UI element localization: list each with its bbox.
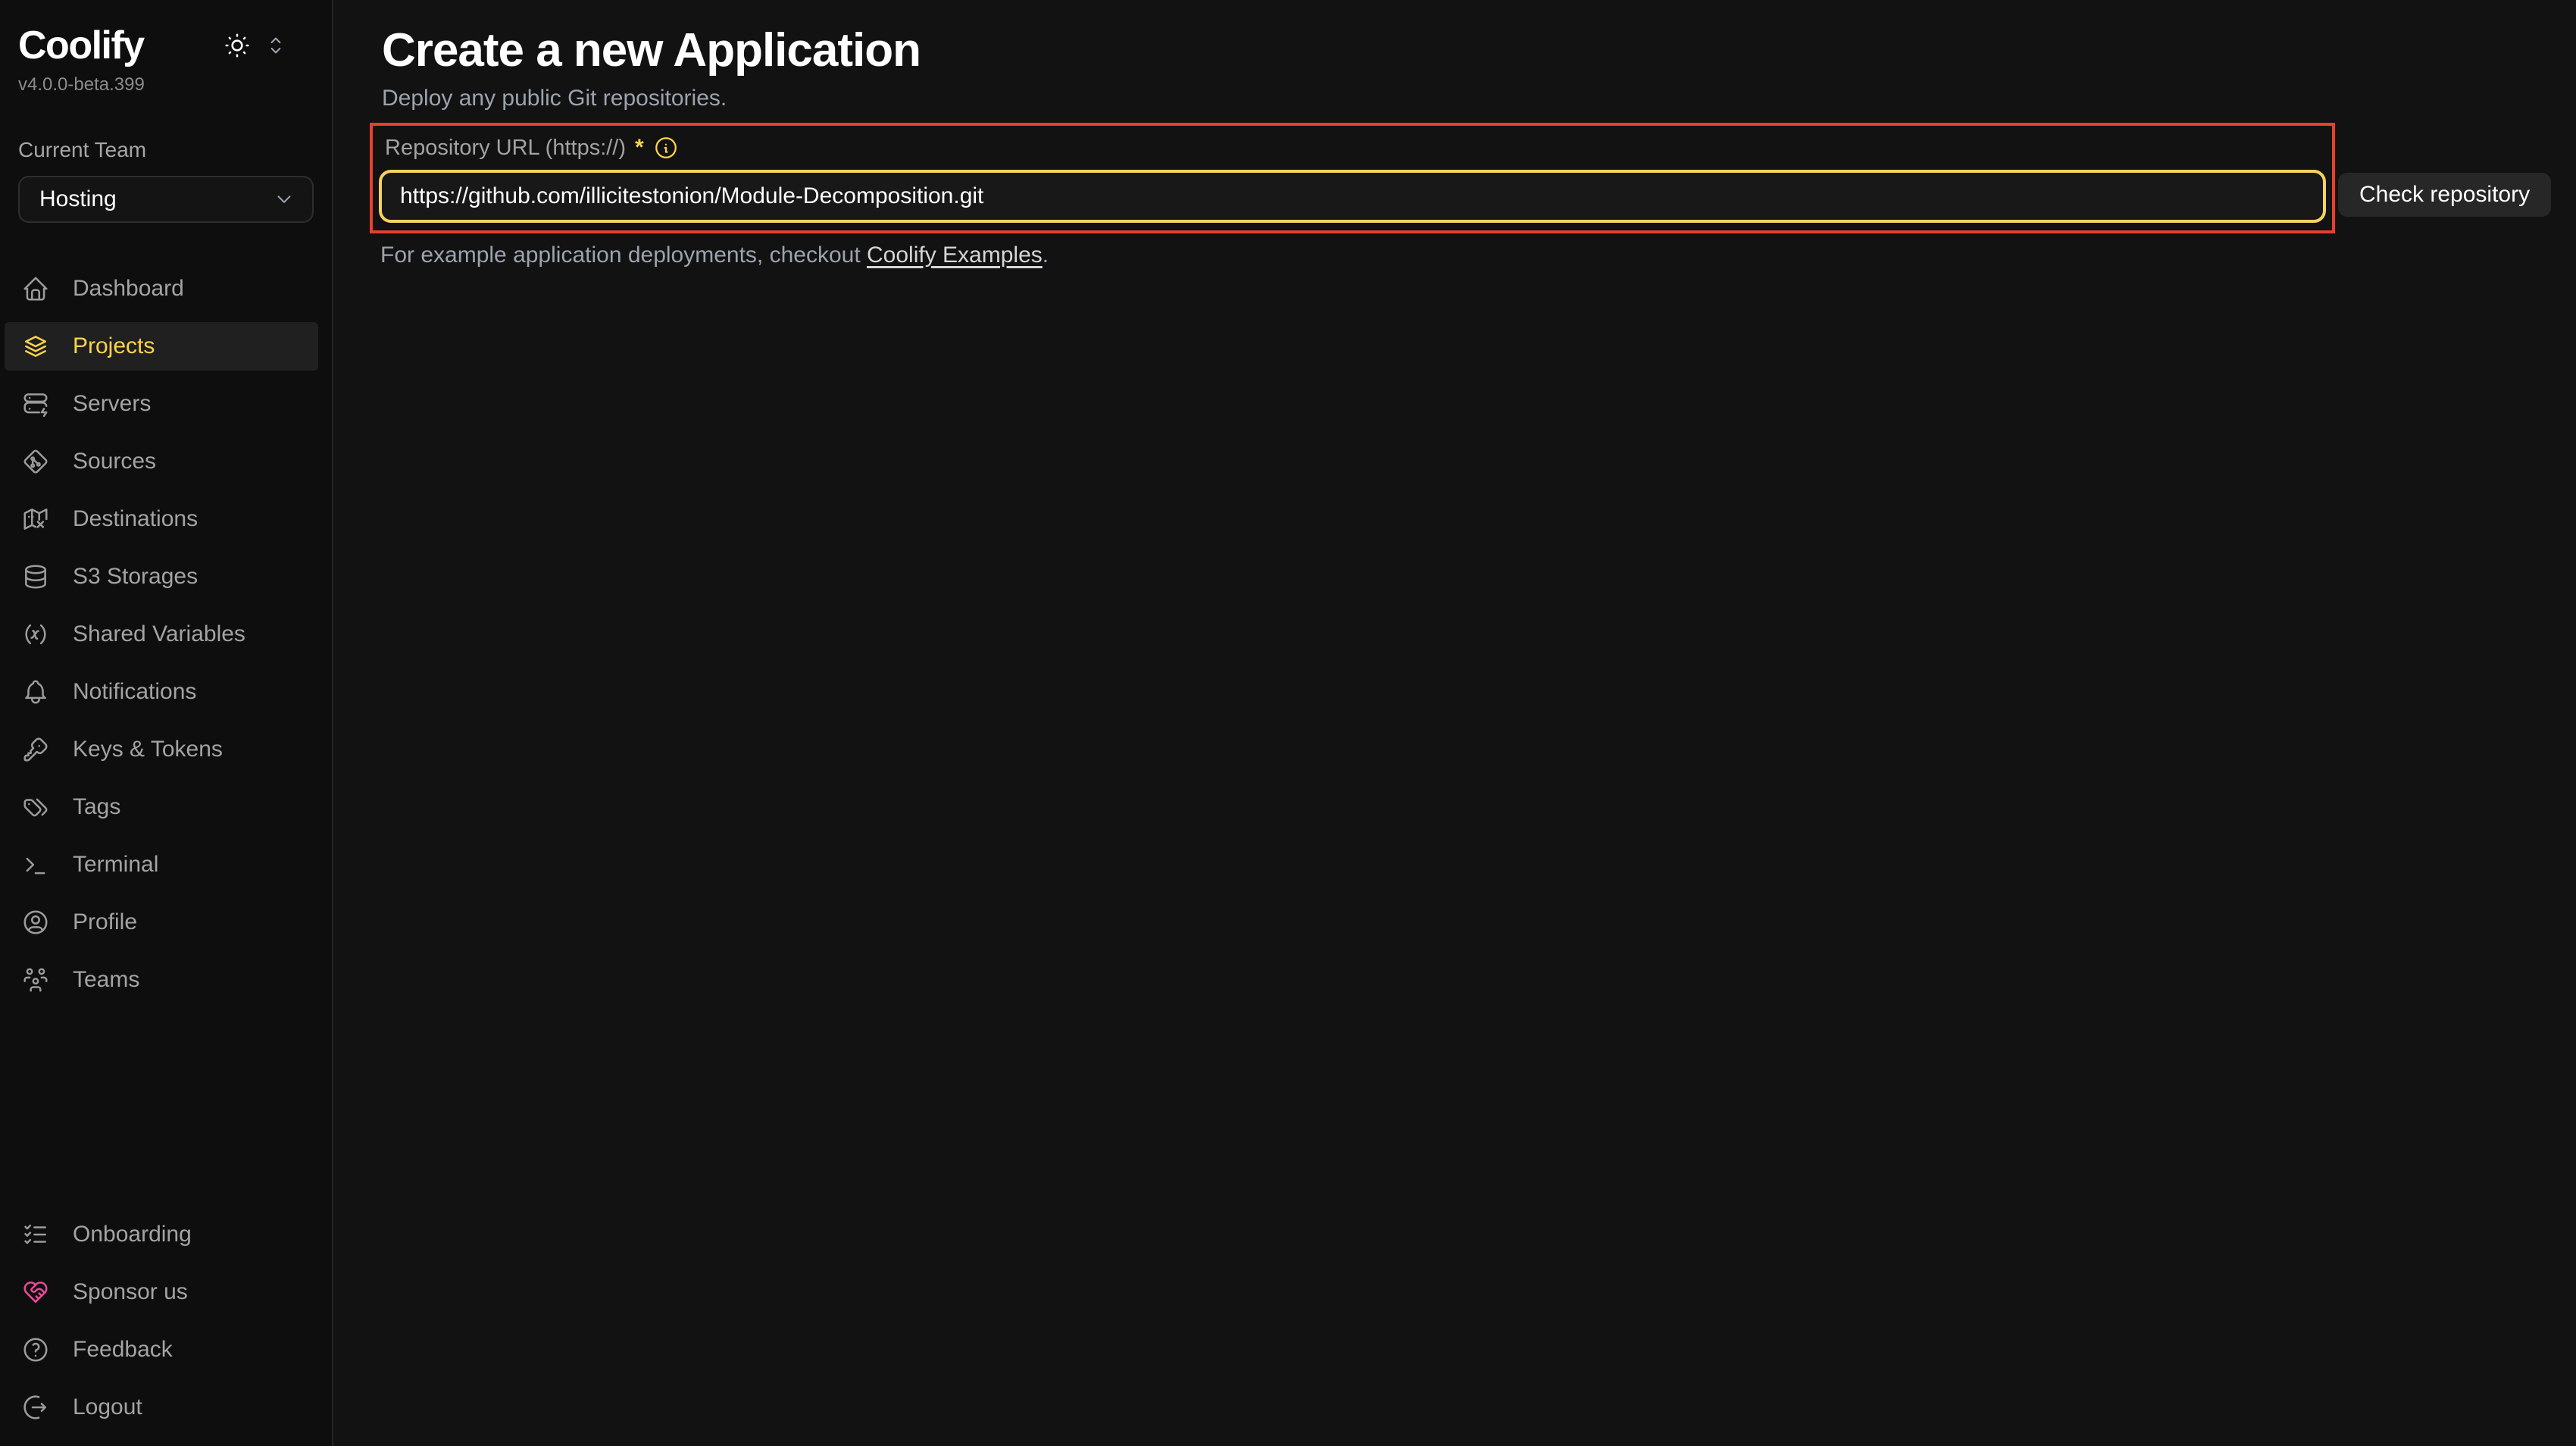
sidebar-item-keys-tokens[interactable]: Keys & Tokens [5, 725, 318, 774]
info-circle-icon[interactable] [653, 135, 679, 161]
sidebar-item-sources[interactable]: Sources [5, 437, 318, 486]
helper-suffix: . [1043, 243, 1049, 268]
sun-icon[interactable] [223, 31, 252, 60]
home-icon [21, 274, 50, 303]
sidebar-item-s3-storages[interactable]: S3 Storages [5, 552, 318, 601]
sidebar-header: Coolify v4.0.0-beta.399 [0, 0, 332, 95]
sidebar-item-label: Shared Variables [73, 621, 245, 647]
repository-url-group: Repository URL (https://) * [370, 123, 2335, 233]
tags-icon [21, 793, 50, 822]
sidebar-item-servers[interactable]: Servers [5, 380, 318, 428]
sidebar-item-label: Profile [73, 909, 137, 935]
sidebar-item-projects[interactable]: Projects [5, 322, 318, 371]
repository-url-label: Repository URL (https://) [385, 136, 626, 161]
sidebar-item-label: Servers [73, 391, 151, 417]
sidebar: Coolify v4.0.0-beta.399 Current Team Hos… [0, 0, 333, 1446]
layers-icon [21, 332, 50, 361]
checklist-icon [21, 1220, 50, 1249]
git-diamond-icon [21, 447, 50, 476]
sidebar-item-label: Sponsor us [73, 1279, 188, 1305]
user-circle-icon [21, 908, 50, 937]
sidebar-item-label: Terminal [73, 852, 158, 878]
heart-handshake-icon [21, 1278, 50, 1307]
sidebar-item-label: S3 Storages [73, 564, 198, 590]
terminal-icon [21, 850, 50, 879]
sidebar-item-destinations[interactable]: Destinations [5, 495, 318, 543]
variable-icon [21, 620, 50, 649]
sidebar-item-label: Dashboard [73, 276, 184, 302]
logout-icon [21, 1393, 50, 1422]
check-repository-button[interactable]: Check repository [2338, 173, 2551, 217]
users-group-icon [21, 966, 50, 994]
key-icon [21, 735, 50, 764]
helper-text: For example application deployments, che… [380, 243, 2576, 268]
page-title: Create a new Application [382, 26, 2576, 75]
repository-form-row: Repository URL (https://) * Check reposi… [382, 123, 2576, 233]
helper-prefix: For example application deployments, che… [380, 243, 867, 268]
sidebar-item-label: Tags [73, 794, 120, 820]
database-icon [21, 562, 50, 591]
sidebar-item-label: Logout [73, 1394, 142, 1420]
app-version: v4.0.0-beta.399 [18, 74, 314, 95]
sidebar-nav: Dashboard Projects Servers Sources Desti… [0, 264, 332, 1013]
sidebar-item-label: Teams [73, 967, 139, 993]
sidebar-item-label: Projects [73, 333, 155, 359]
sidebar-item-teams[interactable]: Teams [5, 956, 318, 1004]
sidebar-item-onboarding[interactable]: Onboarding [5, 1210, 318, 1259]
sidebar-item-logout[interactable]: Logout [5, 1383, 318, 1432]
sidebar-item-label: Keys & Tokens [73, 737, 223, 762]
sidebar-item-profile[interactable]: Profile [5, 898, 318, 947]
required-asterisk: * [635, 135, 644, 161]
current-team-label: Current Team [18, 138, 314, 162]
sidebar-item-notifications[interactable]: Notifications [5, 668, 318, 716]
main-content: Create a new Application Deploy any publ… [333, 0, 2576, 1446]
map-x-icon [21, 505, 50, 534]
sidebar-item-feedback[interactable]: Feedback [5, 1326, 318, 1374]
repository-url-input[interactable] [379, 170, 2326, 223]
sidebar-item-label: Notifications [73, 679, 196, 705]
page-subtitle: Deploy any public Git repositories. [382, 86, 2576, 111]
coolify-examples-link[interactable]: Coolify Examples [867, 243, 1043, 268]
sidebar-item-dashboard[interactable]: Dashboard [5, 264, 318, 313]
help-circle-icon [21, 1335, 50, 1364]
sidebar-footer-nav: Onboarding Sponsor us Feedback Logout [0, 1210, 332, 1446]
sidebar-item-label: Destinations [73, 506, 198, 532]
team-select-value: Hosting [39, 186, 117, 212]
sidebar-item-tags[interactable]: Tags [5, 783, 318, 831]
bell-icon [21, 678, 50, 706]
sidebar-item-label: Sources [73, 449, 156, 474]
app-logo[interactable]: Coolify [18, 23, 144, 68]
team-select[interactable]: Hosting [18, 176, 314, 223]
team-section: Current Team Hosting [0, 95, 332, 223]
sidebar-item-terminal[interactable]: Terminal [5, 840, 318, 889]
sidebar-item-shared-variables[interactable]: Shared Variables [5, 610, 318, 659]
selector-icon[interactable] [264, 33, 288, 58]
sidebar-item-sponsor-us[interactable]: Sponsor us [5, 1268, 318, 1316]
server-bolt-icon [21, 390, 50, 418]
sidebar-item-label: Onboarding [73, 1222, 192, 1247]
chevron-down-icon [273, 188, 295, 211]
sidebar-item-label: Feedback [73, 1337, 173, 1363]
